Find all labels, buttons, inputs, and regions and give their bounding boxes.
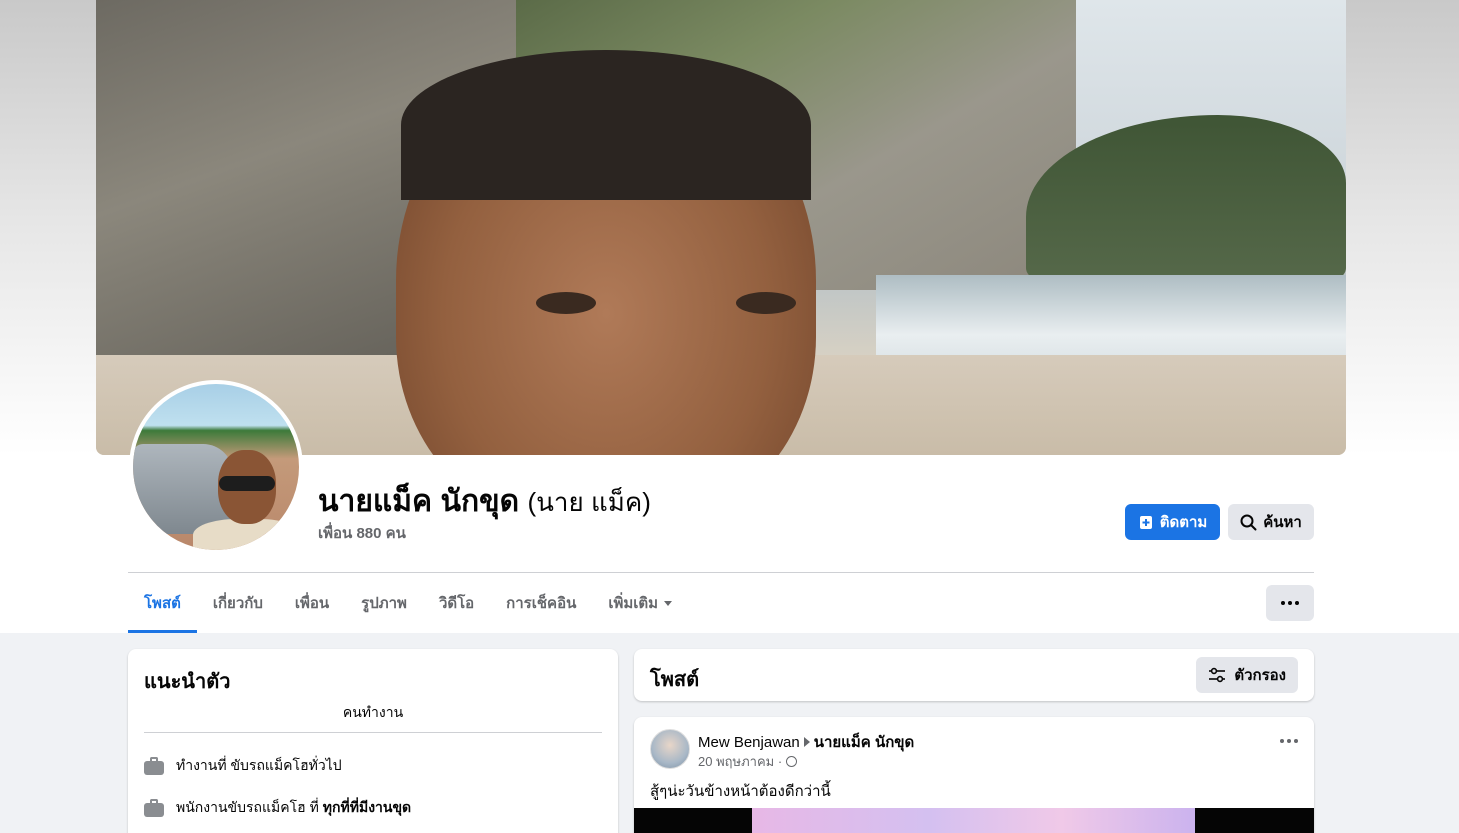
work-item: ทำงานที่ ขับรถแม็คโฮทั่วไป [144, 755, 342, 777]
post-meta: 20 พฤษภาคม · [698, 751, 798, 772]
post-media[interactable] [634, 808, 1314, 833]
arrow-right-icon [803, 737, 810, 747]
work-place-link[interactable]: ทุกที่ที่มีงานขุด [323, 797, 411, 819]
chevron-down-icon [664, 600, 673, 606]
posts-header-card: โพสต์ ตัวกรอง [634, 649, 1314, 701]
cover-hair [401, 50, 811, 200]
tab-more[interactable]: เพิ่มเติม [592, 573, 688, 633]
profile-name-main: นายแม็ค นักขุด [318, 485, 520, 518]
follow-label: ติดตาม [1159, 514, 1208, 531]
post-options-button[interactable] [1280, 739, 1298, 743]
friends-count[interactable]: เพื่อน 880 คน [318, 521, 406, 545]
profile-search-button[interactable]: ค้นหา [1228, 504, 1314, 540]
intro-title: แนะนำตัว [144, 671, 231, 693]
profile-avatar[interactable] [129, 380, 303, 554]
more-dots-icon [1294, 739, 1298, 743]
profile-tabs: โพสต์ เกี่ยวกับ เพื่อน รูปภาพ วิดีโอ การ… [128, 573, 688, 633]
tab-friends[interactable]: เพื่อน [279, 573, 345, 633]
post-card: Mew Benjawan นายแม็ค นักขุด 20 พฤษภาคม ·… [634, 717, 1314, 833]
tab-label: โพสต์ [144, 595, 181, 612]
tab-photos[interactable]: รูปภาพ [345, 573, 423, 633]
tab-label: เกี่ยวกับ [212, 595, 263, 612]
follow-button[interactable]: ติดตาม [1125, 504, 1220, 540]
briefcase-icon [144, 757, 164, 775]
avatar-sunglasses [219, 476, 275, 491]
more-dots-icon [1288, 601, 1292, 605]
tab-checkins[interactable]: การเช็คอิน [490, 573, 592, 633]
follow-icon [1139, 516, 1152, 529]
tab-label: วิดีโอ [438, 595, 475, 612]
filter-button[interactable]: ตัวกรอง [1196, 657, 1298, 693]
more-dots-icon [1280, 739, 1284, 743]
profile-more-button[interactable] [1266, 585, 1314, 621]
cover-eye-right [736, 292, 796, 314]
post-text: สู้ๆน่ะวันข้างหน้าต้องดีกว่านี้ [650, 783, 831, 800]
cover-eye-left [536, 292, 596, 314]
tab-label: การเช็คอิน [506, 595, 577, 612]
intro-bio: คนทำงาน [342, 704, 404, 720]
filter-label: ตัวกรอง [1234, 667, 1286, 684]
post-image [752, 808, 1195, 833]
tab-label: เพื่อน [294, 595, 330, 612]
more-dots-icon [1281, 601, 1285, 605]
globe-icon [786, 756, 798, 767]
bio-divider [144, 732, 602, 733]
tab-label: เพิ่มเติม [608, 595, 659, 612]
profile-name-alt: (นาย แม็ค) [527, 487, 651, 517]
profile-name: นายแม็ค นักขุด (นาย แม็ค) [318, 478, 651, 525]
cover-photo[interactable] [96, 0, 1346, 455]
briefcase-icon [144, 799, 164, 817]
work-text: พนักงานขับรถแม็คโฮ ที่ [176, 799, 319, 815]
posts-title: โพสต์ [650, 669, 700, 691]
work-item: พนักงานขับรถแม็คโฮ ที่ ทุกที่ที่มีงานขุด [144, 797, 411, 819]
more-dots-icon [1287, 739, 1291, 743]
avatar-shirt [193, 519, 299, 550]
more-dots-icon [1295, 601, 1299, 605]
post-target-name[interactable]: นายแม็ค นักขุด [814, 730, 915, 754]
filter-icon [1209, 667, 1226, 683]
post-date[interactable]: 20 พฤษภาคม · [698, 751, 782, 772]
search-label: ค้นหา [1263, 514, 1302, 531]
tab-label: รูปภาพ [361, 595, 407, 612]
tab-about[interactable]: เกี่ยวกับ [197, 573, 279, 633]
intro-card: แนะนำตัว คนทำงาน ทำงานที่ ขับรถแม็คโฮทั่… [128, 649, 618, 833]
post-author-avatar[interactable] [650, 729, 690, 769]
search-icon [1240, 514, 1257, 530]
tab-videos[interactable]: วิดีโอ [423, 573, 490, 633]
post-author-name[interactable]: Mew Benjawan [698, 734, 800, 751]
tab-posts[interactable]: โพสต์ [128, 573, 197, 633]
work-text: ทำงานที่ ขับรถแม็คโฮทั่วไป [176, 757, 342, 773]
